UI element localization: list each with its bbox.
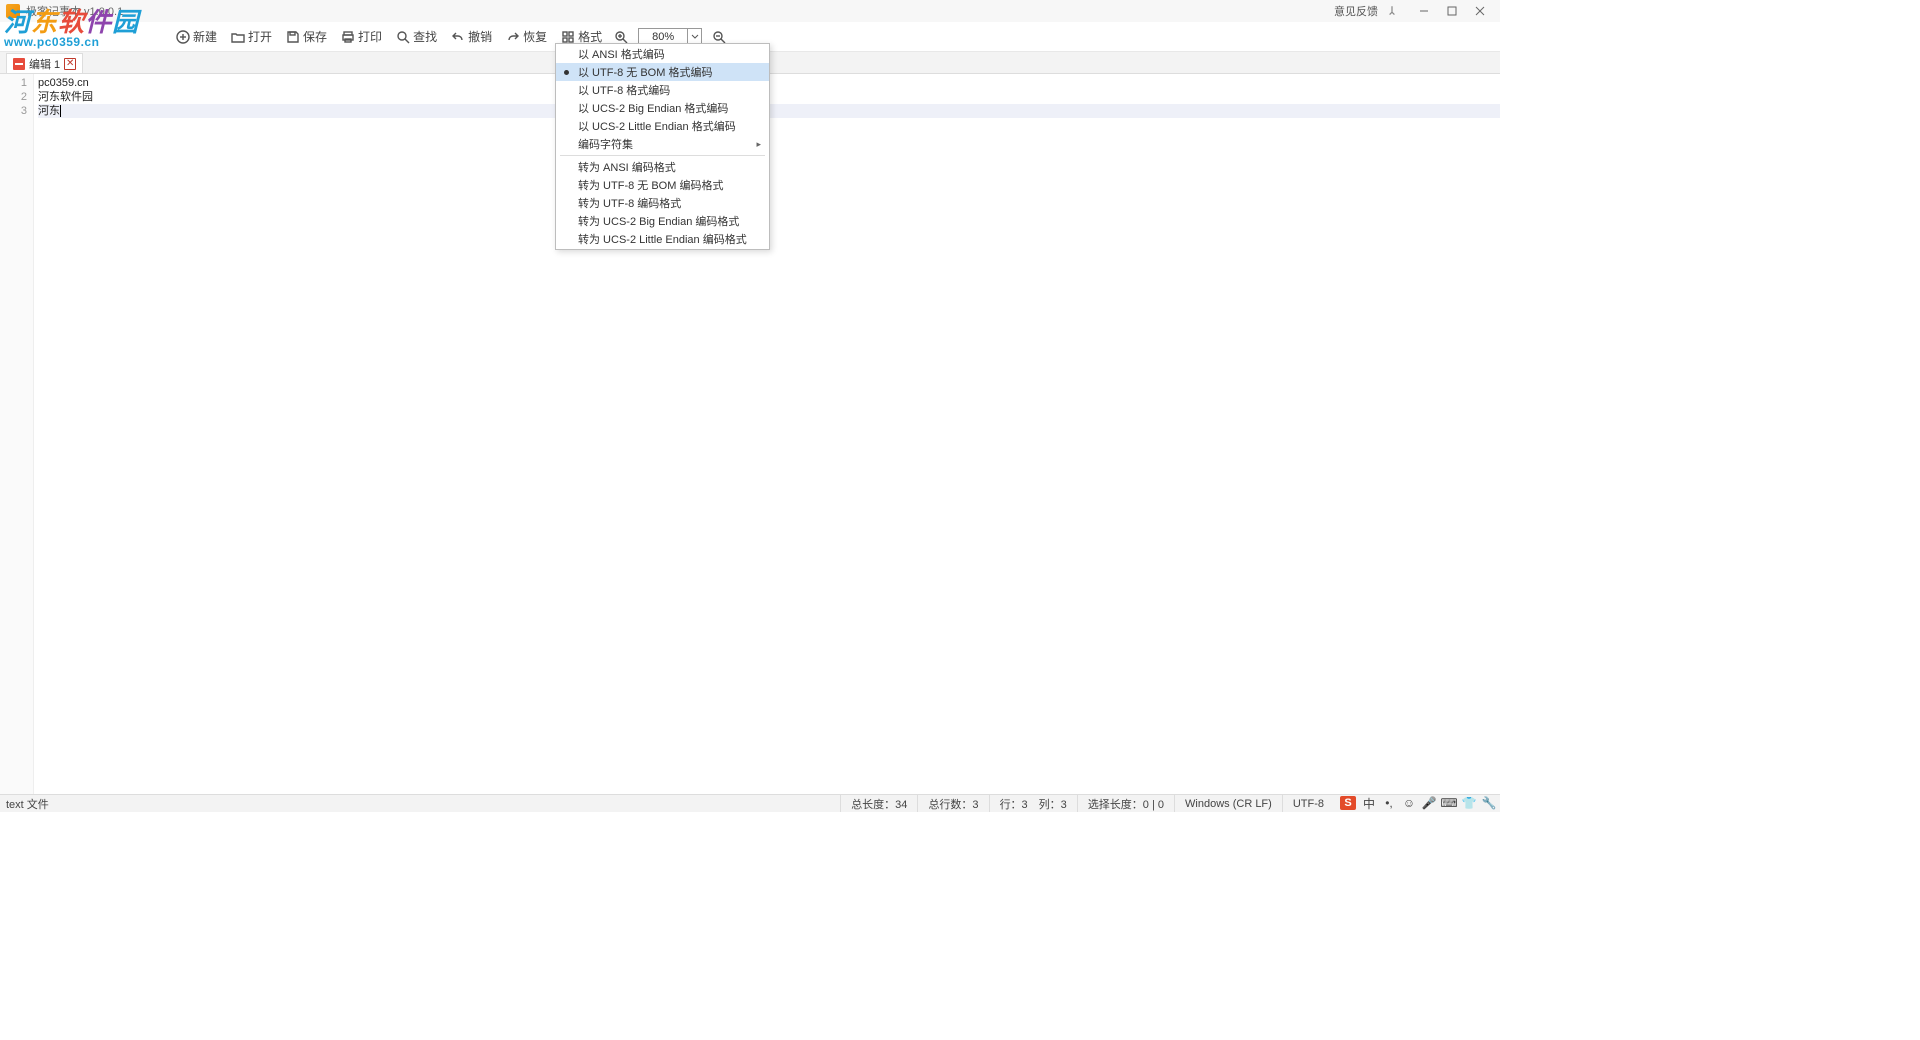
status-selection: 选择长度：0 | 0 — [1077, 795, 1174, 812]
minimize-button[interactable] — [1410, 2, 1438, 20]
print-icon — [341, 30, 355, 44]
close-button[interactable] — [1466, 2, 1494, 20]
skin-icon[interactable]: 👕 — [1462, 796, 1476, 810]
find-button[interactable]: 查找 — [390, 25, 443, 48]
menu-item-ucs2-le[interactable]: 以 UCS-2 Little Endian 格式编码 — [556, 117, 769, 135]
save-icon — [286, 30, 300, 44]
title-bar: 极客记事本 v1.0.0.1 意见反馈 — [0, 0, 1500, 22]
menu-item-convert-ucs2-be[interactable]: 转为 UCS-2 Big Endian 编码格式 — [556, 212, 769, 230]
file-icon — [13, 58, 25, 70]
folder-icon — [231, 30, 245, 44]
keyboard-icon[interactable]: ⌨ — [1442, 796, 1456, 810]
menu-item-ansi[interactable]: 以 ANSI 格式编码 — [556, 45, 769, 63]
menu-item-convert-utf8[interactable]: 转为 UTF-8 编码格式 — [556, 194, 769, 212]
tab-label: 编辑 1 — [29, 56, 60, 72]
mic-icon[interactable]: 🎤 — [1422, 796, 1436, 810]
undo-button[interactable]: 撤销 — [445, 25, 498, 48]
maximize-button[interactable] — [1438, 2, 1466, 20]
settings-icon[interactable]: 🔧 — [1482, 796, 1496, 810]
status-eol: Windows (CR LF) — [1174, 795, 1282, 812]
plus-icon — [176, 30, 190, 44]
status-position: 行：3 列：3 — [989, 795, 1077, 812]
app-icon — [6, 4, 20, 18]
save-button[interactable]: 保存 — [280, 25, 333, 48]
bullet-icon — [564, 70, 569, 75]
menu-item-utf8[interactable]: 以 UTF-8 格式编码 — [556, 81, 769, 99]
print-button[interactable]: 打印 — [335, 25, 388, 48]
tab-close-icon[interactable]: ✕ — [64, 58, 76, 70]
menu-item-ucs2-be[interactable]: 以 UCS-2 Big Endian 格式编码 — [556, 99, 769, 117]
open-button[interactable]: 打开 — [225, 25, 278, 48]
editor-tab[interactable]: 编辑 1 ✕ — [6, 53, 83, 73]
menu-item-utf8-nobom[interactable]: 以 UTF-8 无 BOM 格式编码 — [556, 63, 769, 81]
menu-item-convert-ansi[interactable]: 转为 ANSI 编码格式 — [556, 158, 769, 176]
emoji-icon[interactable]: ☺ — [1402, 796, 1416, 810]
status-length: 总长度：34 — [840, 795, 917, 812]
search-icon — [396, 30, 410, 44]
zoom-out-icon — [712, 30, 726, 44]
window-title: 极客记事本 v1.0.0.1 — [26, 3, 123, 19]
redo-icon — [506, 30, 520, 44]
menu-item-convert-ucs2-le[interactable]: 转为 UCS-2 Little Endian 编码格式 — [556, 230, 769, 248]
menu-separator — [560, 155, 765, 156]
status-filetype: text 文件 — [6, 796, 49, 812]
sogou-ime-icon[interactable]: S — [1340, 796, 1356, 810]
encoding-menu: 以 ANSI 格式编码 以 UTF-8 无 BOM 格式编码 以 UTF-8 格… — [555, 43, 770, 250]
undo-icon — [451, 30, 465, 44]
feedback-link[interactable]: 意见反馈 — [1334, 3, 1378, 19]
text-caret — [60, 105, 61, 117]
system-tray: S 中 •, ☺ 🎤 ⌨ 👕 🔧 — [1340, 794, 1496, 812]
pin-icon[interactable] — [1386, 5, 1398, 17]
status-bar: text 文件 总长度：34 总行数：3 行：3 列：3 选择长度：0 | 0 … — [0, 794, 1500, 812]
submenu-arrow-icon: ▸ — [756, 139, 761, 150]
status-linecount: 总行数：3 — [917, 795, 988, 812]
menu-item-charset[interactable]: 编码字符集▸ — [556, 135, 769, 153]
ime-punct-icon[interactable]: •, — [1382, 796, 1396, 810]
new-button[interactable]: 新建 — [170, 25, 223, 48]
menu-item-convert-utf8-nobom[interactable]: 转为 UTF-8 无 BOM 编码格式 — [556, 176, 769, 194]
zoom-in-icon — [614, 30, 628, 44]
ime-lang-icon[interactable]: 中 — [1362, 796, 1376, 810]
redo-button[interactable]: 恢复 — [500, 25, 553, 48]
line-gutter: 1 2 3 — [0, 74, 34, 794]
grid-icon — [561, 30, 575, 44]
zoom-value: 80% — [639, 31, 687, 43]
